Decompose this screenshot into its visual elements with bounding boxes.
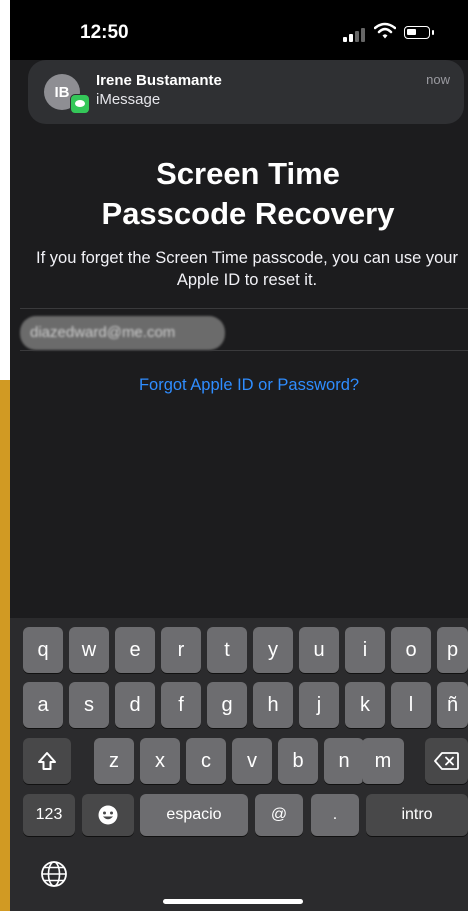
- title-line-2: Passcode Recovery: [101, 196, 395, 231]
- key-m[interactable]: m: [362, 738, 404, 784]
- signal-icon: [343, 26, 367, 42]
- apple-id-field[interactable]: diazedward@me.com: [20, 316, 225, 350]
- delete-key[interactable]: [425, 738, 468, 784]
- at-key[interactable]: @: [255, 794, 303, 836]
- title-line-1: Screen Time: [156, 156, 340, 191]
- key-h[interactable]: h: [253, 682, 293, 728]
- key-e[interactable]: e: [115, 627, 155, 673]
- key-v[interactable]: v: [232, 738, 272, 784]
- imessage-notification[interactable]: IB Irene Bustamante iMessage now: [28, 60, 464, 124]
- field-top-divider: [20, 308, 468, 309]
- imessage-icon: [70, 94, 90, 114]
- key-x[interactable]: x: [140, 738, 180, 784]
- field-bottom-divider: [20, 350, 468, 351]
- notification-sender: Irene Bustamante: [96, 72, 222, 89]
- key-l[interactable]: l: [391, 682, 431, 728]
- delete-icon: [433, 752, 459, 770]
- notification-app: iMessage: [96, 91, 161, 108]
- key-a[interactable]: a: [23, 682, 63, 728]
- key-c[interactable]: c: [186, 738, 226, 784]
- key-o[interactable]: o: [391, 627, 431, 673]
- battery-icon: [404, 26, 434, 39]
- dot-key[interactable]: .: [311, 794, 359, 836]
- home-indicator: [163, 899, 303, 904]
- key-g[interactable]: g: [207, 682, 247, 728]
- page-title: Screen Time Passcode Recovery: [10, 154, 468, 234]
- notification-time: now: [426, 72, 450, 87]
- return-key[interactable]: intro: [366, 794, 468, 836]
- key-s[interactable]: s: [69, 682, 109, 728]
- key-f[interactable]: f: [161, 682, 201, 728]
- forgot-apple-id-link[interactable]: Forgot Apple ID or Password?: [10, 376, 468, 395]
- shift-key[interactable]: [23, 738, 71, 784]
- key-w[interactable]: w: [69, 627, 109, 673]
- key-z[interactable]: z: [94, 738, 134, 784]
- status-bar: 12:50: [10, 0, 468, 60]
- key-n[interactable]: n: [324, 738, 364, 784]
- wifi-icon: [374, 22, 396, 39]
- key-r[interactable]: r: [161, 627, 201, 673]
- key-j[interactable]: j: [299, 682, 339, 728]
- numbers-key[interactable]: 123: [23, 794, 75, 836]
- globe-icon[interactable]: [40, 860, 68, 888]
- space-key[interactable]: espacio: [140, 794, 248, 836]
- status-time: 12:50: [80, 22, 129, 43]
- shift-icon: [38, 752, 56, 770]
- key-n-tilde[interactable]: ñ: [437, 682, 468, 728]
- key-b[interactable]: b: [278, 738, 318, 784]
- key-i[interactable]: i: [345, 627, 385, 673]
- emoji-icon: [98, 805, 118, 825]
- key-k[interactable]: k: [345, 682, 385, 728]
- key-d[interactable]: d: [115, 682, 155, 728]
- emoji-key[interactable]: [82, 794, 134, 836]
- left-edge-white: [0, 0, 10, 380]
- key-t[interactable]: t: [207, 627, 247, 673]
- key-y[interactable]: y: [253, 627, 293, 673]
- left-edge-gold: [0, 380, 10, 911]
- page-subtitle: If you forget the Screen Time passcode, …: [36, 249, 458, 289]
- key-q[interactable]: q: [23, 627, 63, 673]
- key-p[interactable]: p: [437, 627, 468, 673]
- key-u[interactable]: u: [299, 627, 339, 673]
